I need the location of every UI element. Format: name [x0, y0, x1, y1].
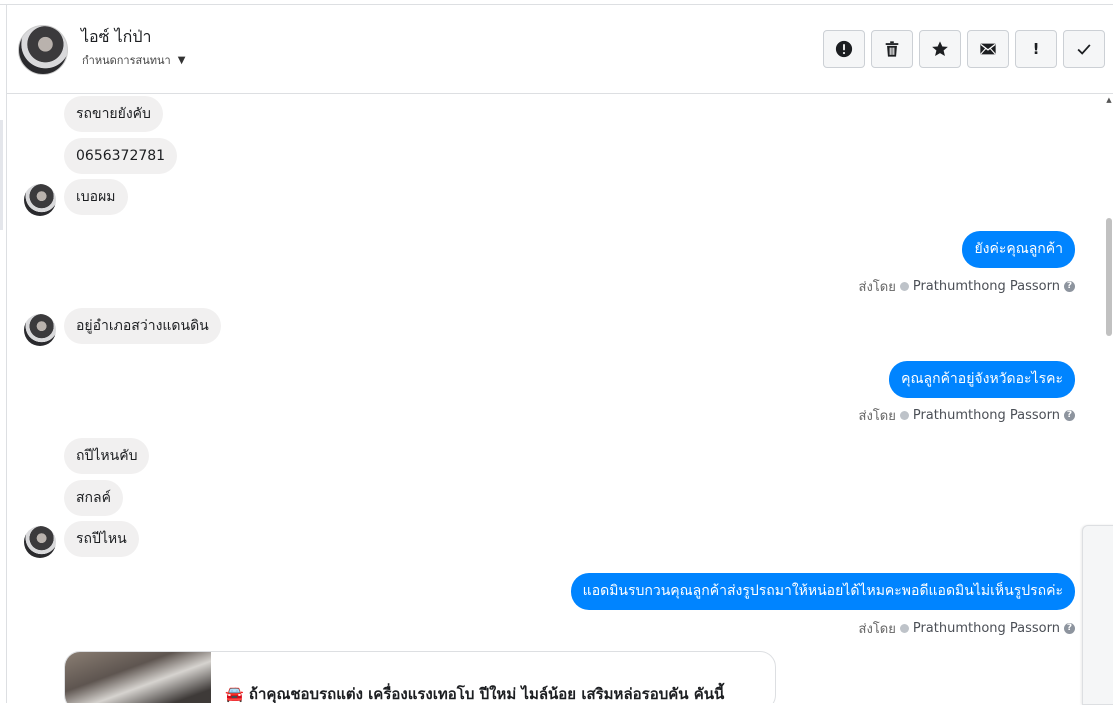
left-edge-marker [0, 120, 3, 230]
follow-up-button[interactable]: ! [1015, 30, 1057, 68]
message-thread[interactable]: รถขายยังคับ 0656372781 เบอผม ยังค่ะคุณลู… [7, 94, 1105, 703]
incoming-message: 0656372781 [64, 138, 178, 174]
alert-circle-icon [835, 40, 853, 58]
agent-name[interactable]: Prathumthong Passorn [913, 408, 1060, 423]
agent-name[interactable]: Prathumthong Passorn [913, 621, 1060, 636]
side-floating-panel[interactable] [1082, 525, 1113, 705]
sent-by-prefix: ส่งโดย [858, 280, 896, 295]
delete-button[interactable] [871, 30, 913, 68]
help-icon[interactable]: ? [1064, 623, 1075, 634]
incoming-message: อยู่อำเภอสว่างแดนดิน [64, 308, 221, 344]
outgoing-message: แอดมินรบกวนคุณลูกค้าส่งรูปรถมาให้หน่อยได… [570, 573, 1075, 610]
help-icon[interactable]: ? [1064, 281, 1075, 292]
caret-down-icon: ▼ [177, 54, 186, 66]
contact-avatar[interactable] [18, 25, 68, 75]
agent-status-icon [899, 411, 909, 420]
star-icon [932, 41, 948, 57]
post-preview-text: 🚘 ถ้าคุณชอบรถแต่ง เครื่องแรงเทอโบ ปีใหม่… [225, 685, 725, 703]
star-button[interactable] [919, 30, 961, 68]
outgoing-message: คุณลูกค้าอยู่จังหวัดอะไรคะ [889, 361, 1075, 398]
scrollbar-thumb[interactable] [1106, 218, 1112, 336]
incoming-message: เบอผม [64, 179, 128, 215]
incoming-message: รถขายยังคับ [64, 96, 163, 132]
envelope-icon [980, 43, 996, 55]
agent-status-icon [899, 624, 909, 633]
sent-by-line: ส่งโดย Prathumthong Passorn ? [859, 405, 1075, 426]
sent-by-prefix: ส่งโดย [858, 622, 896, 637]
spam-button[interactable] [823, 30, 865, 68]
conversation-schedule-label: กำหนดการสนทนา [82, 54, 171, 67]
check-icon [1077, 44, 1091, 55]
conversation-schedule-dropdown[interactable]: กำหนดการสนทนา ▼ [82, 51, 185, 69]
conversation-header: ไอซ์ ไก่ป่า กำหนดการสนทนา ▼ ! [7, 5, 1113, 94]
header-actions: ! [823, 30, 1105, 68]
shared-post-card[interactable]: 🚘 ถ้าคุณชอบรถแต่ง เครื่องแรงเทอโบ ปีใหม่… [64, 651, 776, 703]
contact-avatar-small[interactable] [24, 526, 56, 558]
post-thumbnail[interactable] [65, 652, 211, 703]
agent-name[interactable]: Prathumthong Passorn [913, 279, 1060, 294]
contact-avatar-small[interactable] [24, 314, 56, 346]
outgoing-message: ยังค่ะคุณลูกค้า [962, 231, 1075, 268]
help-icon[interactable]: ? [1064, 410, 1075, 421]
mark-done-button[interactable] [1063, 30, 1105, 68]
agent-status-icon [899, 282, 909, 291]
incoming-message: ถปีไหนคับ [64, 438, 150, 474]
exclamation-icon: ! [1032, 40, 1040, 58]
scroll-up-arrow-icon[interactable]: ▲ [1105, 96, 1113, 104]
incoming-message: สกลค์ [64, 480, 123, 516]
trash-icon [885, 41, 899, 57]
sent-by-prefix: ส่งโดย [858, 409, 896, 424]
contact-name[interactable]: ไอซ์ ไก่ป่า [81, 25, 151, 50]
mark-unread-button[interactable] [967, 30, 1009, 68]
incoming-message: รถปีไหน [64, 521, 139, 557]
contact-avatar-small[interactable] [24, 184, 56, 216]
sent-by-line: ส่งโดย Prathumthong Passorn ? [859, 276, 1075, 297]
sent-by-line: ส่งโดย Prathumthong Passorn ? [859, 618, 1075, 639]
